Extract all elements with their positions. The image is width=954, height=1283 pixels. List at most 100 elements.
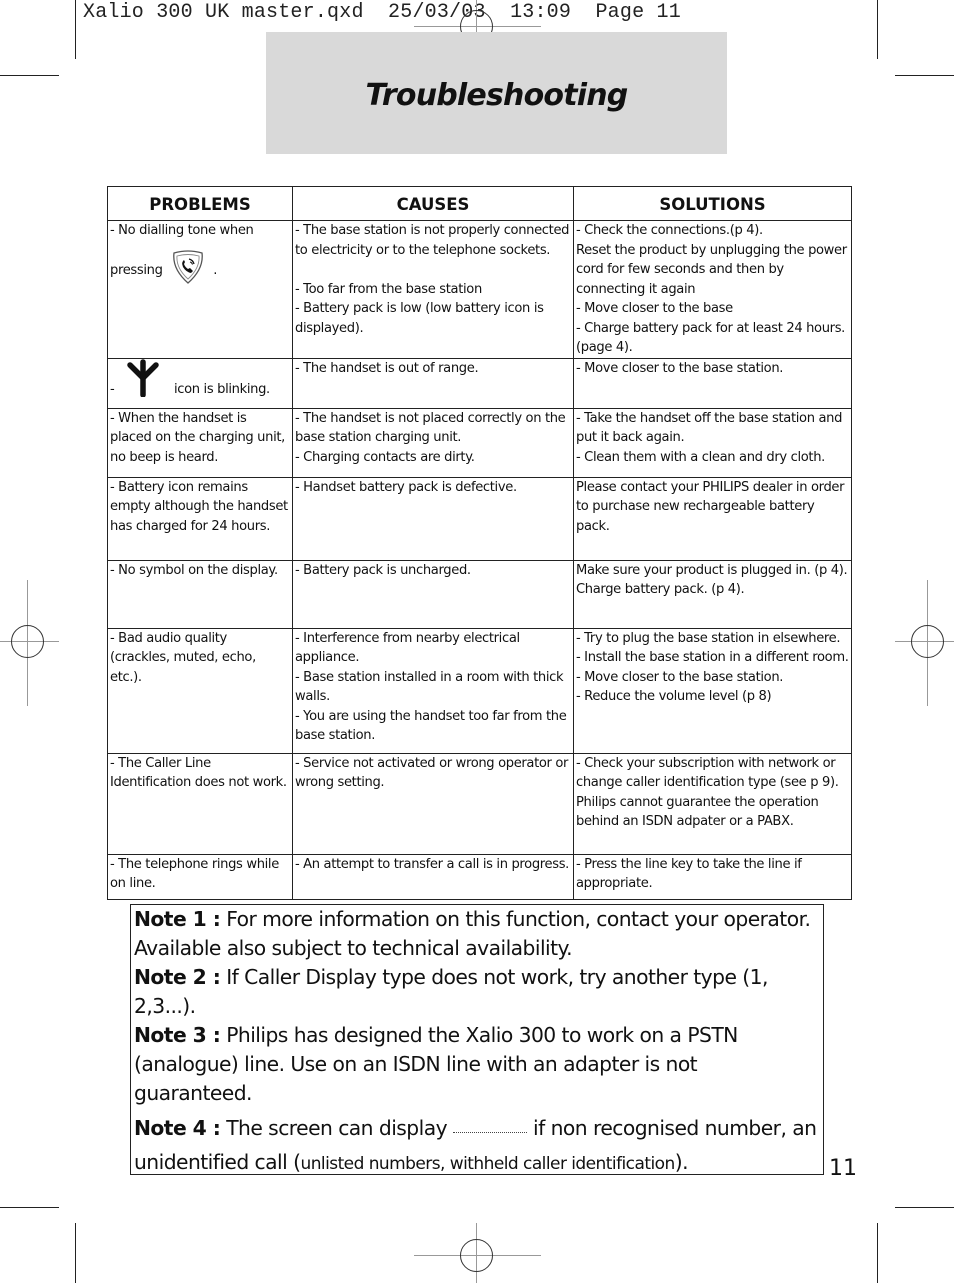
problem-text: . [213,262,217,278]
solution-item: - Install the base station in a differen… [576,650,849,665]
solution-item: - Charge battery pack for at least 24 ho… [576,320,845,356]
note-2: Note 2 : If Caller Display type does not… [134,963,820,1021]
problem-text: - [110,382,115,397]
crop-mark [0,1207,59,1208]
solution-item: - Take the handset off the base station … [576,410,843,446]
cause-item: - You are using the handset too far from… [295,708,567,744]
cause-item: - Battery pack is low (low battery icon … [295,301,544,336]
table-row: - Bad audio quality (crackles, muted, ec… [107,627,852,754]
crop-mark [877,1223,878,1283]
note-label: Note 4 : [134,1116,221,1140]
solution-item: Reset the product by unplugging the powe… [576,242,847,297]
solutions-cell: - Take the handset off the base station … [573,407,852,478]
solution-item: - Check your subscription with network o… [576,755,839,791]
solutions-cell: Please contact your PHILIPS dealer in or… [573,476,852,561]
solution-item: - Reduce the volume level (p 8) [576,689,772,704]
problem-text: pressing [110,262,163,278]
troubleshooting-table: PROBLEMS CAUSES SOLUTIONS - No dialling … [107,186,852,900]
note-1: Note 1 : For more information on this fu… [134,905,820,963]
solution-item: - Clean them with a clean and dry cloth. [576,449,825,465]
solutions-cell: - Try to plug the base station in elsewh… [573,627,852,754]
dotted-placeholder-icon [453,1118,528,1133]
problem-text: - No dialling tone when [110,223,254,238]
header-causes: CAUSES [292,186,574,221]
causes-cell: - The handset is not placed correctly on… [292,407,574,478]
causes-cell: - Battery pack is uncharged. [292,559,574,629]
crop-mark [75,0,76,59]
causes-cell: - The base station is not properly conne… [292,220,574,359]
causes-cell: - The handset is out of range. [292,358,574,409]
solutions-cell: - Check the connections.(p 4). Reset the… [573,220,852,359]
solutions-cell: - Move closer to the base station. [573,358,852,409]
table-row: - When the handset is placed on the char… [107,407,852,478]
cause-item: - Handset battery pack is defective. [295,479,517,495]
problem-cell: - The telephone rings while on line. [107,853,293,900]
solution-item: - Move closer to the base station. [576,361,784,376]
cause-item: - An attempt to transfer a call is in pr… [295,856,569,872]
cause-item: - Battery pack is uncharged. [295,562,471,578]
table-row: - No symbol on the display. - Battery pa… [107,559,852,629]
problem-cell: - icon is blinking. [107,358,293,409]
problem-cell: - Battery icon remains empty although th… [107,476,293,561]
header-solutions: SOLUTIONS [573,186,852,221]
table-row: - Battery icon remains empty although th… [107,476,852,561]
causes-cell: - Handset battery pack is defective. [292,476,574,561]
solutions-cell: - Press the line key to take the line if… [573,853,852,900]
table-row: - No dialling tone when pressing . - The… [107,220,852,359]
crop-mark [877,0,878,59]
cause-item: - Charging contacts are dirty. [295,449,475,465]
causes-cell: - An attempt to transfer a call is in pr… [292,853,574,900]
solution-item: - Try to plug the base station in elsewh… [576,630,841,646]
note-label: Note 3 : [134,1023,221,1047]
crop-mark [0,75,59,76]
solutions-cell: - Check your subscription with network o… [573,752,852,855]
crop-mark [895,1207,954,1208]
note-text: If Caller Display type does not work, tr… [134,965,768,1018]
problem-cell: - The Caller Line Identification does no… [107,752,293,855]
note-label: Note 1 : [134,907,221,931]
page-title: Troubleshooting [365,77,629,113]
note-text: The screen can display [226,1116,448,1140]
page-number: 11 [829,1156,857,1181]
solution-item: Make sure your product is plugged in. (p… [576,562,848,578]
phone-key-icon [170,249,206,292]
cause-item: - The handset is out of range. [295,361,479,376]
solution-item: - Press the line key to take the line if… [576,856,802,892]
cause-item: - Service not activated or wrong operato… [295,755,569,791]
problem-cell: - When the handset is placed on the char… [107,407,293,478]
header-problems: PROBLEMS [107,186,293,221]
cause-item: - The base station is not properly conne… [295,223,570,258]
print-slug-line: Xalio 300 UK master.qxd 25/03/03 13:09 P… [83,1,681,24]
solution-item: - Move closer to the base station. [576,669,784,685]
crop-mark [895,75,954,76]
problem-cell: - No symbol on the display. [107,559,293,629]
cause-item: - The handset is not placed correctly on… [295,410,566,446]
cause-item: - Too far from the base station [295,281,482,297]
solutions-cell: Make sure your product is plugged in. (p… [573,559,852,629]
note-text: Philips has designed the Xalio 300 to wo… [134,1023,738,1105]
crop-mark [75,1223,76,1283]
note-label: Note 2 : [134,965,221,989]
note-text: ). [674,1150,689,1174]
solution-item: Please contact your PHILIPS dealer in or… [576,479,845,534]
antenna-icon [126,359,160,404]
causes-cell: - Service not activated or wrong operato… [292,752,574,855]
problem-cell: - Bad audio quality (crackles, muted, ec… [107,627,293,754]
note-text: For more information on this function, c… [134,907,811,960]
table-row: - The telephone rings while on line. - A… [107,853,852,900]
notes-box: Note 1 : For more information on this fu… [130,904,824,1175]
table-row: - The Caller Line Identification does no… [107,752,852,855]
problem-text: icon is blinking. [174,382,270,397]
table-row: - icon is blinking. - The handset is out… [107,358,852,409]
problem-cell: - No dialling tone when pressing . [107,220,293,359]
solution-item: Charge battery pack. (p 4). [576,582,745,597]
solution-item: - Check the connections.(p 4). [576,223,763,238]
causes-cell: - Interference from nearby electrical ap… [292,627,574,754]
solution-item: - Move closer to the base [576,301,733,316]
title-banner: Troubleshooting [266,32,727,154]
cause-item: - Interference from nearby electrical ap… [295,630,520,666]
note-3: Note 3 : Philips has designed the Xalio … [134,1021,820,1108]
cause-item: - Base station installed in a room with … [295,669,564,705]
note-4: Note 4 : The screen can display if non re… [134,1111,820,1181]
